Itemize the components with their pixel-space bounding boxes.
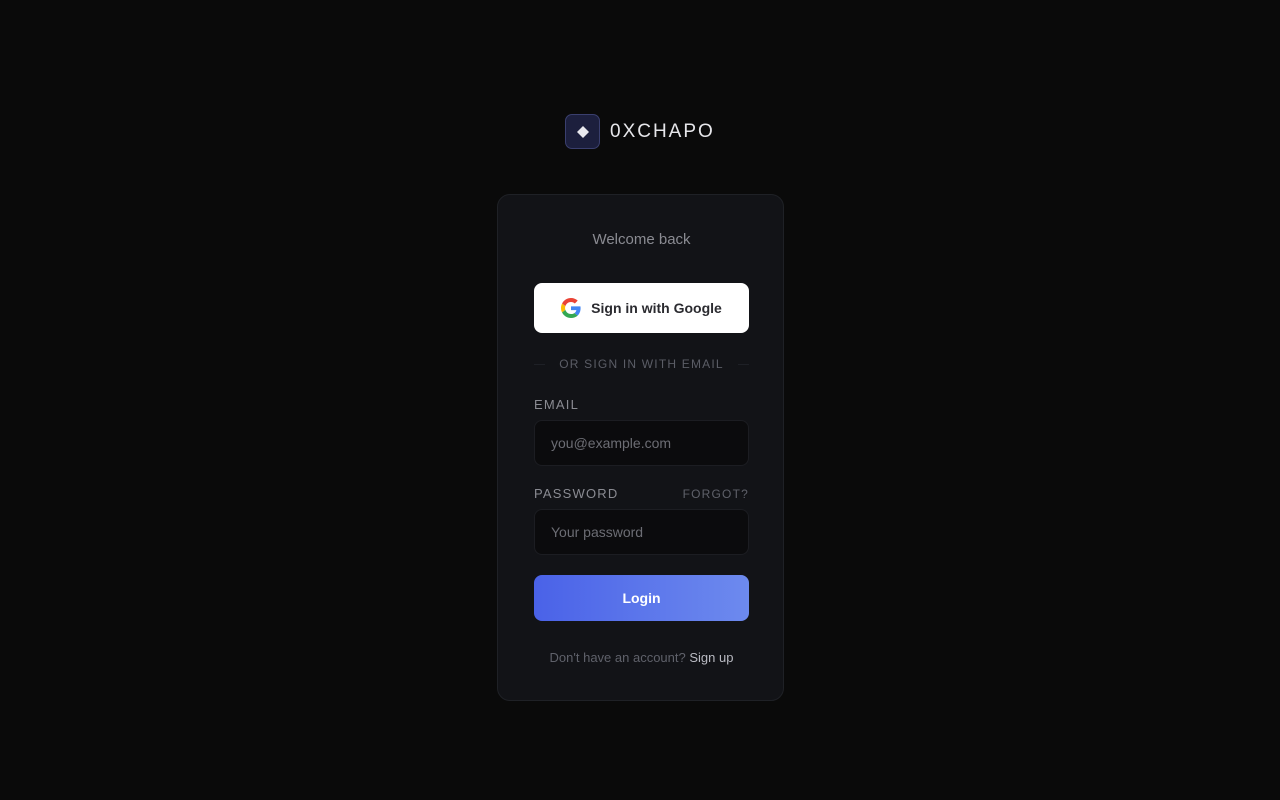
google-sign-in-button[interactable]: Sign in with Google bbox=[534, 283, 749, 333]
google-icon bbox=[561, 298, 581, 318]
signup-prompt: Don't have an account? bbox=[549, 650, 686, 665]
forgot-password-link[interactable]: FORGOT? bbox=[683, 487, 749, 501]
login-button[interactable]: Login bbox=[534, 575, 749, 621]
password-label: PASSWORD bbox=[534, 486, 619, 501]
divider-line-right bbox=[737, 363, 750, 365]
divider-text: OR SIGN IN WITH EMAIL bbox=[559, 357, 724, 371]
signup-row: Don't have an account? Sign up bbox=[534, 650, 749, 665]
google-button-label: Sign in with Google bbox=[591, 300, 722, 316]
brand: 0XCHAPO bbox=[565, 114, 715, 149]
divider-line-left bbox=[534, 363, 546, 365]
login-card: Welcome back Sign in with Google OR SIGN… bbox=[497, 194, 784, 701]
brand-name: 0XCHAPO bbox=[610, 120, 715, 142]
password-input[interactable] bbox=[534, 509, 749, 555]
signup-link[interactable]: Sign up bbox=[689, 650, 733, 665]
diamond-icon bbox=[565, 114, 600, 149]
email-label: EMAIL bbox=[534, 397, 580, 412]
email-divider: OR SIGN IN WITH EMAIL bbox=[534, 357, 750, 371]
welcome-heading: Welcome back bbox=[592, 231, 691, 248]
email-input[interactable] bbox=[534, 420, 749, 466]
